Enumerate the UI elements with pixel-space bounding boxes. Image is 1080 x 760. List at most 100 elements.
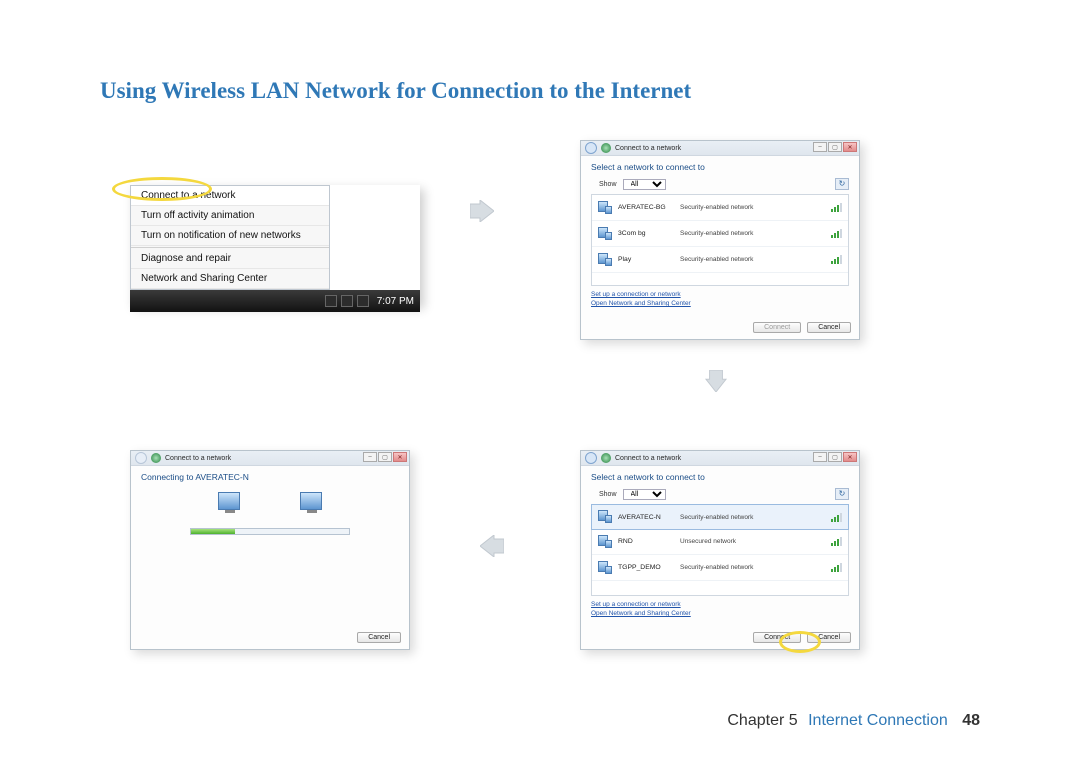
network-security: Security-enabled network [680,230,827,237]
connection-graphic [218,492,322,510]
link-center[interactable]: Open Network and Sharing Center [591,609,849,618]
network-name: TGPP_DEMO [618,564,680,571]
signal-icon [831,537,842,546]
footer-chapter-label: Chapter 5 [727,712,797,729]
back-icon[interactable] [585,142,597,154]
computer-pair-icon [598,510,612,524]
network-icon [601,143,611,153]
close-button[interactable]: ✕ [843,452,857,462]
taskbar: 7:07 PM [130,290,420,312]
network-icon [151,453,161,463]
title-bar: Connect to a network – ▢ ✕ [581,451,859,466]
maximize-button[interactable]: ▢ [378,452,392,462]
system-tray: 7:07 PM [325,295,414,307]
menu-item-activity[interactable]: Turn off activity animation [131,206,329,226]
close-button[interactable]: ✕ [843,142,857,152]
monitor-local-icon [218,492,240,510]
select-network-window-2: Connect to a network – ▢ ✕ Select a netw… [580,450,860,650]
menu-item-connect[interactable]: Connect to a network [131,186,329,206]
connect-button[interactable]: Connect [753,632,801,643]
connect-button: Connect [753,322,801,333]
network-row[interactable]: TGPP_DEMO Security-enabled network [592,555,848,581]
network-row[interactable]: Play Security-enabled network [592,247,848,273]
network-row-selected[interactable]: AVERATEC-N Security-enabled network [591,504,849,530]
back-icon[interactable] [585,452,597,464]
menu-item-sharing[interactable]: Network and Sharing Center [131,269,329,289]
signal-icon [831,513,842,522]
page-title: Using Wireless LAN Network for Connectio… [100,78,691,104]
show-dropdown[interactable]: All [623,179,666,190]
network-row[interactable]: 3Com bg Security-enabled network [592,221,848,247]
computer-pair-icon [598,535,612,549]
footer-links: Set up a connection or network Open Netw… [591,290,849,308]
cancel-button[interactable]: Cancel [807,322,851,333]
network-name: AVERATEC-BG [618,204,680,211]
back-icon [135,452,147,464]
menu-item-notify[interactable]: Turn on notification of new networks [131,226,329,246]
minimize-button[interactable]: – [363,452,377,462]
footer-page-number: 48 [962,712,980,729]
progress-bar [190,528,350,535]
network-security: Security-enabled network [680,204,827,211]
network-name: Play [618,256,680,263]
network-row[interactable]: RND Unsecured network [592,529,848,555]
clock: 7:07 PM [377,296,414,307]
menu-item-diagnose[interactable]: Diagnose and repair [131,249,329,269]
network-name: 3Com bg [618,230,680,237]
signal-icon [831,203,842,212]
show-dropdown[interactable]: All [623,489,666,500]
page-footer: Chapter 5 Internet Connection 48 [727,712,980,730]
minimize-button[interactable]: – [813,142,827,152]
cancel-button[interactable]: Cancel [807,632,851,643]
connecting-heading: Connecting to AVERATEC-N [141,472,399,482]
monitor-remote-icon [300,492,322,510]
window-title: Connect to a network [615,455,681,462]
network-name: AVERATEC-N [618,514,680,521]
minimize-button[interactable]: – [813,452,827,462]
tray-context-menu-screenshot: Connect to a network Turn off activity a… [130,185,420,305]
signal-icon [831,255,842,264]
title-bar: Connect to a network – ▢ ✕ [581,141,859,156]
tray-icon[interactable] [341,295,353,307]
signal-icon [831,229,842,238]
window-title: Connect to a network [615,145,681,152]
network-security: Unsecured network [680,538,827,545]
link-setup[interactable]: Set up a connection or network [591,290,849,299]
computer-pair-icon [598,561,612,575]
arrow-left-icon [480,535,504,557]
network-row[interactable]: AVERATEC-BG Security-enabled network [592,195,848,221]
select-network-window-1: Connect to a network – ▢ ✕ Select a netw… [580,140,860,340]
computer-pair-icon [598,201,612,215]
computer-pair-icon [598,227,612,241]
close-button[interactable]: ✕ [393,452,407,462]
show-label: Show [599,491,617,498]
refresh-button[interactable]: ↻ [835,178,849,190]
footer-links: Set up a connection or network Open Netw… [591,600,849,618]
menu-separator [131,247,329,248]
window-title: Connect to a network [165,455,231,462]
link-setup[interactable]: Set up a connection or network [591,600,849,609]
cancel-button[interactable]: Cancel [357,632,401,643]
network-security: Security-enabled network [680,256,827,263]
network-list: AVERATEC-BG Security-enabled network 3Co… [591,194,849,286]
select-heading: Select a network to connect to [591,162,849,172]
context-menu: Connect to a network Turn off activity a… [130,185,330,290]
arrow-down-icon [704,370,728,392]
network-name: RND [618,538,680,545]
tray-icon[interactable] [325,295,337,307]
maximize-button[interactable]: ▢ [828,142,842,152]
connecting-window: Connect to a network – ▢ ✕ Connecting to… [130,450,410,650]
tray-icon[interactable] [357,295,369,307]
maximize-button[interactable]: ▢ [828,452,842,462]
footer-chapter-name: Internet Connection [808,712,948,729]
network-security: Security-enabled network [680,514,827,521]
signal-icon [831,563,842,572]
refresh-button[interactable]: ↻ [835,488,849,500]
title-bar: Connect to a network – ▢ ✕ [131,451,409,466]
network-security: Security-enabled network [680,564,827,571]
show-label: Show [599,181,617,188]
link-center[interactable]: Open Network and Sharing Center [591,299,849,308]
select-heading: Select a network to connect to [591,472,849,482]
computer-pair-icon [598,253,612,267]
arrow-right-icon [470,200,494,222]
